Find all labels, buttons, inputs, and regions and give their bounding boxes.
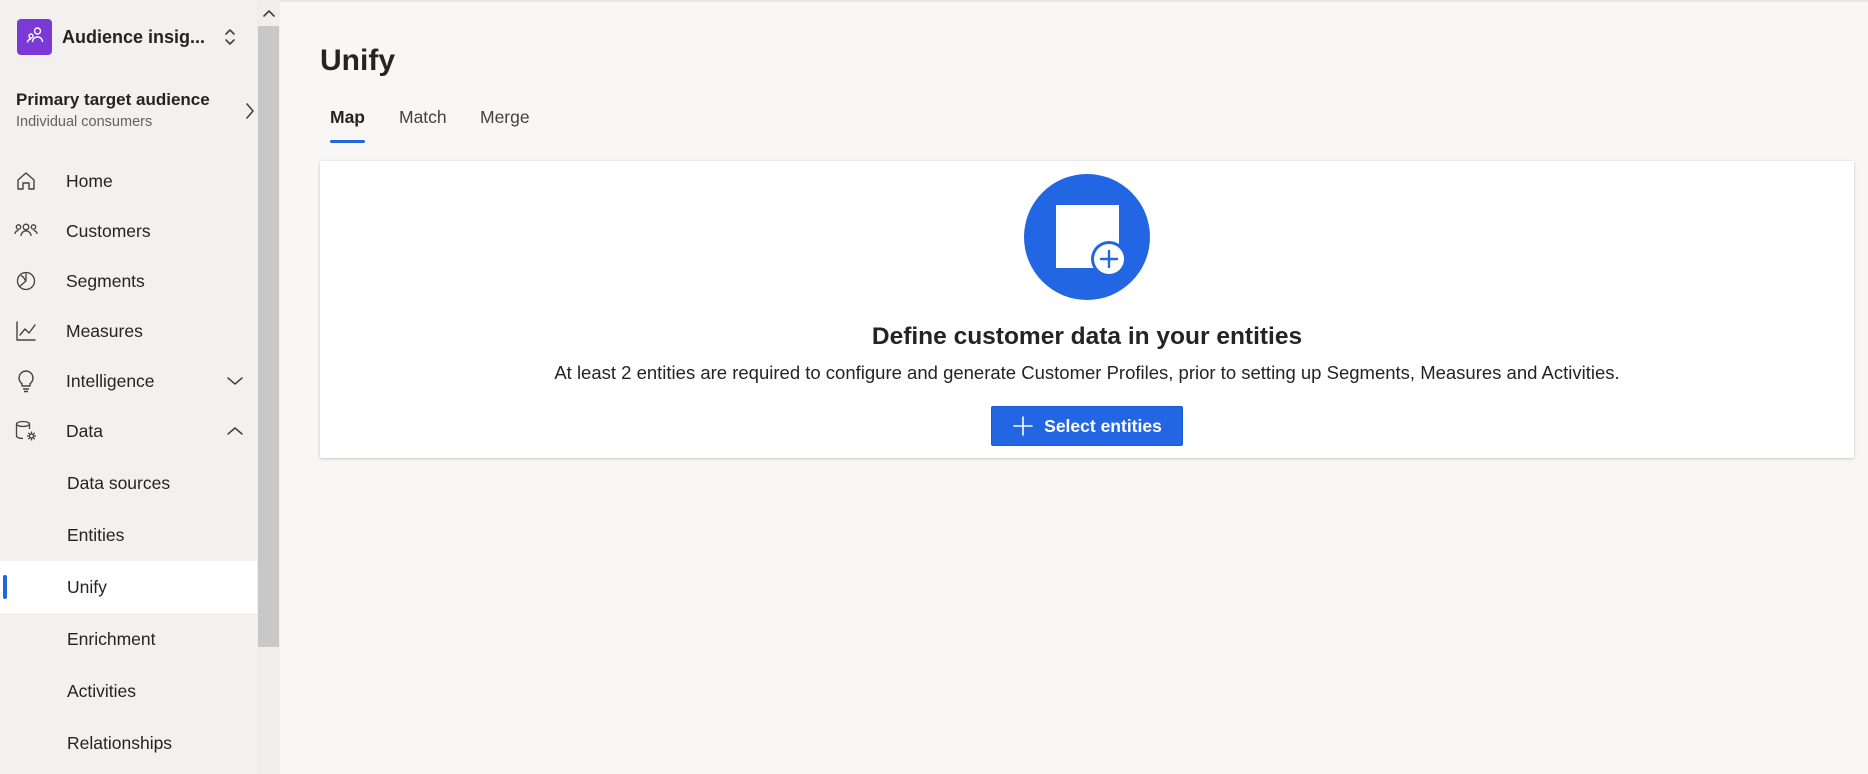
nav-label: Segments <box>66 270 145 291</box>
app-switcher[interactable]: Audience insig... <box>17 19 252 55</box>
home-icon <box>14 169 38 193</box>
nav-subitem-enrichment[interactable]: Enrichment <box>0 613 257 665</box>
select-entities-button[interactable]: Select entities <box>991 406 1183 446</box>
sidebar-scrollbar[interactable] <box>257 0 280 774</box>
nav-label: Measures <box>66 320 143 341</box>
people-icon <box>25 25 45 50</box>
scrollbar-thumb[interactable] <box>258 26 279 647</box>
nav-label: Home <box>66 170 113 191</box>
people-icon <box>14 219 38 243</box>
audience-selector[interactable]: Primary target audience Individual consu… <box>16 90 256 134</box>
nav-item-intelligence[interactable]: Intelligence <box>0 357 257 405</box>
selected-indicator <box>3 575 7 599</box>
chart-line-icon <box>14 319 38 343</box>
nav-label: Relationships <box>67 732 173 753</box>
chevron-up-down-icon[interactable] <box>222 25 238 49</box>
empty-state-description: At least 2 entities are required to conf… <box>554 362 1620 383</box>
tab-match[interactable]: Match <box>399 100 447 146</box>
app-name: Audience insig... <box>62 26 206 47</box>
nav-label: Customers <box>66 220 151 241</box>
nav-label: Data <box>66 420 103 441</box>
nav-label: Intelligence <box>66 370 155 391</box>
plus-icon <box>1012 415 1034 437</box>
top-divider <box>280 0 1868 2</box>
segments-icon <box>14 269 38 293</box>
nav-item-data[interactable]: Data <box>0 407 257 455</box>
button-label: Select entities <box>1044 415 1162 436</box>
nav-subitem-entities[interactable]: Entities <box>0 509 257 561</box>
nav-subitem-activities[interactable]: Activities <box>0 665 257 717</box>
audience-title: Primary target audience <box>16 90 210 109</box>
sidebar: Audience insig... Primary target audienc… <box>0 0 257 774</box>
tab-label: Match <box>399 107 447 127</box>
tab-map[interactable]: Map <box>330 100 365 146</box>
audience-subtitle: Individual consumers <box>16 114 153 130</box>
nav-subitem-data-sources[interactable]: Data sources <box>0 457 257 509</box>
tab-label: Merge <box>480 107 530 127</box>
tab-selected-underline <box>330 140 365 143</box>
nav-subitem-unify[interactable]: Unify <box>0 561 257 613</box>
add-entity-illustration-icon <box>1024 174 1150 300</box>
nav-item-customers[interactable]: Customers <box>0 207 257 255</box>
chevron-right-icon <box>244 102 256 125</box>
nav-item-home[interactable]: Home <box>0 157 257 205</box>
nav-item-segments[interactable]: Segments <box>0 257 257 305</box>
tab-merge[interactable]: Merge <box>480 100 530 146</box>
nav-subitem-relationships[interactable]: Relationships <box>0 717 257 769</box>
database-gear-icon <box>14 419 38 443</box>
chevron-down-icon[interactable] <box>227 373 243 389</box>
scroll-up-arrow-icon[interactable] <box>257 0 280 26</box>
nav-label: Enrichment <box>67 628 156 649</box>
page-title: Unify <box>320 44 395 77</box>
nav-label: Entities <box>67 524 125 545</box>
nav-label: Activities <box>67 680 137 701</box>
nav-item-measures[interactable]: Measures <box>0 307 257 355</box>
chevron-up-icon[interactable] <box>227 423 243 439</box>
app-logo <box>17 19 52 55</box>
empty-state-card: Define customer data in your entities At… <box>320 161 1854 458</box>
empty-state-heading: Define customer data in your entities <box>871 323 1303 350</box>
tab-label: Map <box>330 107 365 127</box>
nav-label: Data sources <box>67 472 171 493</box>
nav-label: Unify <box>67 576 107 597</box>
lightbulb-icon <box>14 369 38 393</box>
